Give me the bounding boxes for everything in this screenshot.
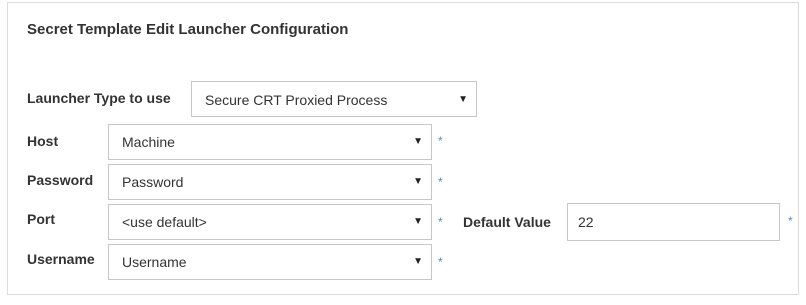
host-required-mark: * [438, 134, 443, 148]
panel-title: Secret Template Edit Launcher Configurat… [27, 21, 349, 38]
port-select[interactable]: <use default> ▼ [108, 204, 432, 240]
port-required-mark: * [438, 215, 443, 229]
password-value: Password [122, 174, 184, 190]
password-label: Password [27, 172, 94, 188]
chevron-down-icon: ▼ [413, 216, 423, 227]
launcher-type-value: Secure CRT Proxied Process [205, 92, 388, 108]
host-value: Machine [122, 134, 175, 150]
default-value-input[interactable] [567, 203, 780, 241]
port-label: Port [27, 211, 55, 227]
chevron-down-icon: ▼ [413, 136, 423, 147]
port-value: <use default> [122, 214, 207, 230]
username-required-mark: * [438, 255, 443, 269]
default-value-label: Default Value [463, 214, 551, 230]
host-label: Host [27, 133, 59, 149]
username-label: Username [27, 251, 95, 267]
username-select[interactable]: Username ▼ [108, 244, 432, 280]
launcher-type-label: Launcher Type to use [27, 90, 171, 106]
password-select[interactable]: Password ▼ [108, 164, 432, 200]
username-value: Username [122, 254, 187, 270]
default-value-required-mark: * [788, 214, 793, 228]
host-select[interactable]: Machine ▼ [108, 124, 432, 160]
chevron-down-icon: ▼ [413, 176, 423, 187]
chevron-down-icon: ▼ [458, 94, 468, 105]
password-required-mark: * [438, 175, 443, 189]
chevron-down-icon: ▼ [413, 256, 423, 267]
launcher-type-select[interactable]: Secure CRT Proxied Process ▼ [191, 81, 477, 117]
